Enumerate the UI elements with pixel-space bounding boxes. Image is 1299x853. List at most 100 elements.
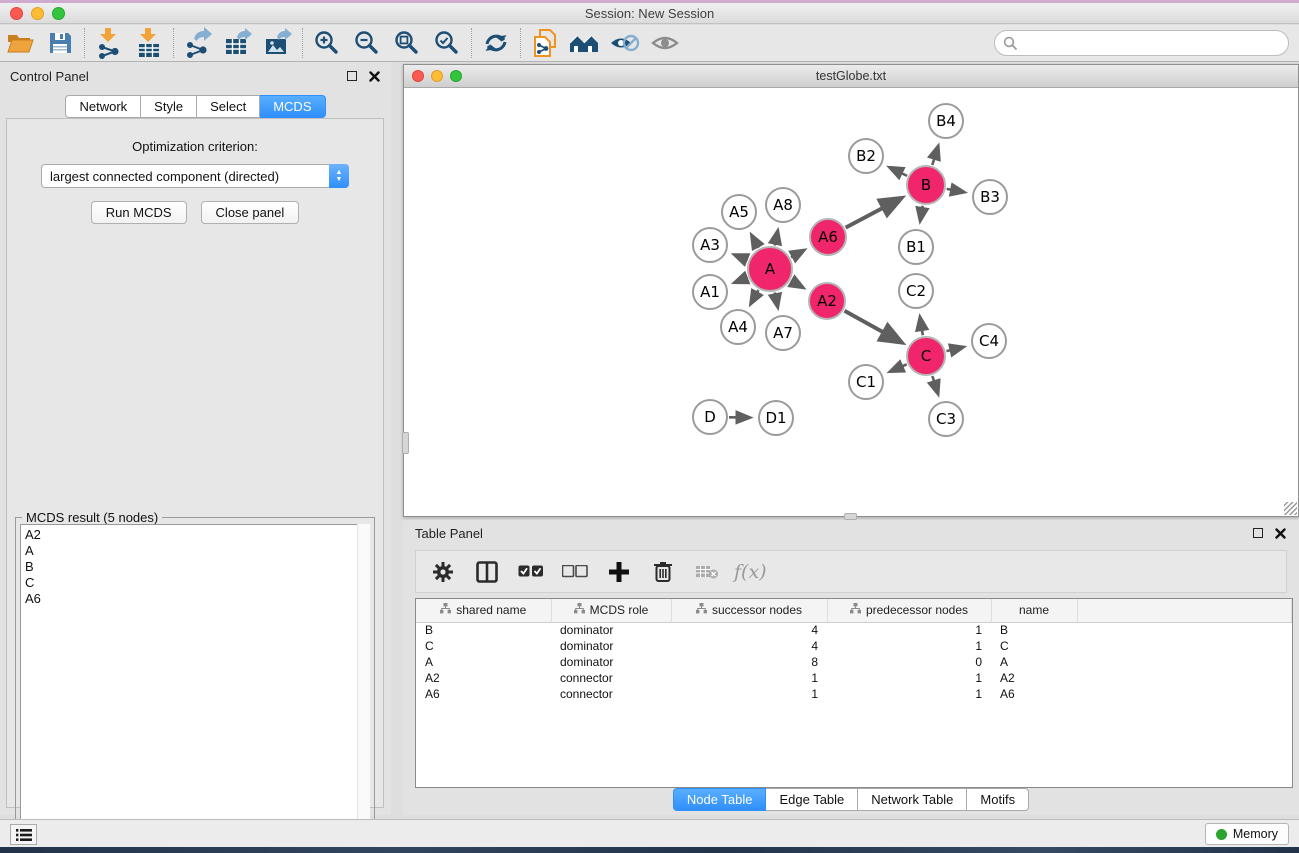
close-panel-button[interactable]: Close panel [201, 201, 300, 224]
graph-edge-B-B2[interactable] [889, 167, 907, 176]
graph-node-A4[interactable]: A4 [720, 309, 756, 345]
table-row[interactable]: Bdominator41B [416, 622, 1292, 638]
hide-selected-eye-icon[interactable] [605, 26, 645, 60]
graph-edge-A-A4[interactable] [751, 290, 759, 304]
open-file-icon[interactable] [0, 26, 40, 60]
search-input[interactable] [1024, 33, 1288, 53]
run-mcds-button[interactable]: Run MCDS [91, 201, 187, 224]
graph-edge-C-C2[interactable] [920, 317, 923, 336]
column-header-shared-name[interactable]: shared name [416, 599, 551, 622]
duplicate-network-icon[interactable] [525, 26, 565, 60]
graph-node-A[interactable]: A [747, 246, 793, 292]
network-canvas[interactable]: A5A8 A3 A1A4A7 B2 B4 B3 B1 C2 C4 C1 C3 D D1 A6 A2 B C A [404, 88, 1298, 516]
show-column-icon[interactable] [470, 555, 504, 589]
table-row[interactable]: Adominator80A [416, 654, 1292, 670]
optimization-criterion-dropdown[interactable]: largest connected component (directed) ▲… [41, 164, 349, 188]
delete-column-trash-icon[interactable] [646, 555, 680, 589]
graph-node-A5[interactable]: A5 [721, 194, 757, 230]
zoom-in-icon[interactable] [307, 26, 347, 60]
graph-node-C1[interactable]: C1 [848, 364, 884, 400]
graph-edge-A-A3[interactable] [734, 255, 748, 260]
graph-node-A7[interactable]: A7 [765, 315, 801, 351]
graph-edge-B-B3[interactable] [947, 189, 965, 192]
graph-edge-C-C1[interactable] [890, 364, 907, 371]
zoom-out-icon[interactable] [347, 26, 387, 60]
result-item[interactable]: A2 [25, 527, 369, 543]
tab-select[interactable]: Select [197, 95, 260, 118]
zoom-fit-icon[interactable] [387, 26, 427, 60]
graph-node-D1[interactable]: D1 [758, 400, 794, 436]
graph-edge-A-A8[interactable] [775, 230, 778, 245]
unselect-all-columns-icon[interactable] [558, 555, 592, 589]
tab-motifs[interactable]: Motifs [967, 788, 1029, 811]
create-column-plus-icon[interactable] [602, 555, 636, 589]
graph-node-B1[interactable]: B1 [898, 229, 934, 265]
import-table-icon[interactable] [129, 26, 169, 60]
graph-node-D[interactable]: D [692, 399, 728, 435]
network-overview-icon[interactable] [565, 26, 605, 60]
column-header-predecessor-nodes[interactable]: predecessor nodes [827, 599, 991, 622]
export-image-icon[interactable] [258, 26, 298, 60]
result-list-scrollbar[interactable] [357, 524, 370, 850]
tab-network-table[interactable]: Network Table [858, 788, 967, 811]
graph-edge-B-B1[interactable] [920, 206, 923, 222]
close-panel-icon[interactable] [367, 69, 381, 83]
graph-edge-A-A7[interactable] [775, 293, 778, 308]
graph-edge-A2-C[interactable] [844, 311, 901, 343]
column-header-MCDS-role[interactable]: MCDS role [551, 599, 671, 622]
table-row[interactable]: A6connector11A6 [416, 686, 1292, 702]
export-table-icon[interactable] [218, 26, 258, 60]
result-item[interactable]: C [25, 575, 369, 591]
column-header-name[interactable]: name [991, 599, 1077, 622]
export-network-icon[interactable] [178, 26, 218, 60]
task-history-button[interactable] [10, 824, 37, 845]
graph-edge-C-C4[interactable] [946, 347, 963, 351]
table-row[interactable]: Cdominator41C [416, 638, 1292, 654]
zoom-selected-icon[interactable] [427, 26, 467, 60]
window-resize-grip[interactable] [1284, 502, 1297, 515]
column-header-successor-nodes[interactable]: successor nodes [671, 599, 827, 622]
close-table-panel-icon[interactable] [1273, 526, 1287, 540]
graph-node-C3[interactable]: C3 [928, 401, 964, 437]
graph-node-A3[interactable]: A3 [692, 227, 728, 263]
first-neighbors-icon[interactable] [476, 26, 516, 60]
search-box[interactable] [994, 30, 1289, 56]
tab-network[interactable]: Network [65, 95, 141, 118]
graph-node-A6[interactable]: A6 [809, 218, 847, 256]
graph-node-C4[interactable]: C4 [971, 323, 1007, 359]
select-all-columns-icon[interactable] [514, 555, 548, 589]
graph-node-B3[interactable]: B3 [972, 179, 1008, 215]
tab-edge-table[interactable]: Edge Table [766, 788, 858, 811]
graph-edge-C-C3[interactable] [932, 376, 938, 394]
result-item[interactable]: A [25, 543, 369, 559]
float-panel-icon[interactable] [345, 69, 359, 83]
graph-edge-A-A1[interactable] [734, 278, 747, 283]
graph-node-A8[interactable]: A8 [765, 187, 801, 223]
tab-node-table[interactable]: Node Table [673, 788, 767, 811]
table-row[interactable]: A2connector11A2 [416, 670, 1292, 686]
float-table-panel-icon[interactable] [1251, 526, 1265, 540]
tab-mcds[interactable]: MCDS [260, 95, 325, 118]
network-window-titlebar[interactable]: testGlobe.txt [404, 65, 1298, 88]
mcds-result-list[interactable]: A2ABCA6 [20, 524, 370, 850]
result-item[interactable]: A6 [25, 591, 369, 607]
save-session-icon[interactable] [40, 26, 80, 60]
result-item[interactable]: B [25, 559, 369, 575]
graph-node-B2[interactable]: B2 [848, 138, 884, 174]
import-network-icon[interactable] [89, 26, 129, 60]
graph-edge-A-A2[interactable] [791, 281, 804, 288]
graph-edge-A6-B[interactable] [846, 198, 902, 228]
graph-node-C2[interactable]: C2 [898, 273, 934, 309]
panel-grab-handle-bottom[interactable] [844, 513, 857, 520]
graph-node-A2[interactable]: A2 [808, 282, 846, 320]
tab-style[interactable]: Style [141, 95, 197, 118]
graph-node-C[interactable]: C [906, 336, 946, 376]
show-all-eye-icon[interactable] [645, 26, 685, 60]
memory-button[interactable]: Memory [1205, 823, 1289, 845]
graph-edge-A-A6[interactable] [791, 250, 804, 257]
graph-edge-A-A5[interactable] [751, 235, 758, 248]
graph-node-B[interactable]: B [906, 165, 946, 205]
graph-node-A1[interactable]: A1 [692, 274, 728, 310]
graph-node-B4[interactable]: B4 [928, 103, 964, 139]
graph-edge-B-B4[interactable] [932, 146, 938, 165]
